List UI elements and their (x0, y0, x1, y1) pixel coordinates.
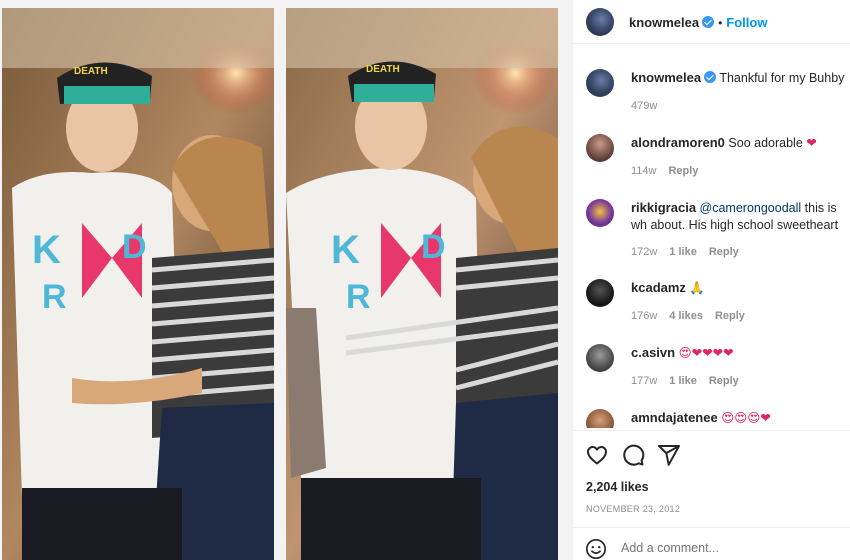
svg-text:D: D (122, 228, 147, 266)
svg-text:R: R (42, 278, 67, 316)
comment-time[interactable]: 176w (631, 310, 657, 322)
comment-text-line: kcadamz 🙏 (631, 279, 850, 297)
caption-meta: 479w (631, 100, 669, 112)
photo-divider (274, 0, 286, 560)
author-username[interactable]: knowmelea (629, 15, 699, 30)
comment-text-line: c.asivn 😍❤❤❤❤ (631, 344, 850, 362)
reply-button[interactable]: Reply (715, 310, 745, 322)
svg-text:D: D (421, 228, 446, 266)
comment-likes[interactable]: 1 like (669, 375, 697, 387)
emoji-reaction: 😍❤❤❤❤ (678, 346, 734, 360)
caption-avatar[interactable] (586, 69, 614, 97)
post-actions: 2,204 likes NOVEMBER 23, 2012 (573, 430, 850, 560)
heart-icon[interactable] (585, 443, 609, 467)
comment-time[interactable]: 177w (631, 375, 657, 387)
comment-username[interactable]: c.asivn (631, 345, 675, 360)
emoji-reaction: 😍😍😍❤ (721, 411, 771, 425)
header-separator: • (718, 16, 723, 30)
svg-text:DEATH: DEATH (366, 64, 400, 75)
likes-count[interactable]: 2,204 likes (586, 480, 649, 494)
comment-icon[interactable] (621, 443, 645, 467)
comment-meta: 114w Reply (631, 165, 710, 177)
commenter-avatar[interactable] (586, 199, 614, 227)
comment-meta: 176w 4 likes Reply (631, 310, 757, 322)
svg-text:R: R (346, 278, 371, 316)
caption-time[interactable]: 479w (631, 100, 657, 112)
commenter-avatar[interactable] (586, 279, 614, 307)
commenter-avatar[interactable] (586, 344, 614, 372)
smiley-icon[interactable] (585, 538, 607, 560)
reply-button[interactable]: Reply (668, 165, 698, 177)
post-photo-right: K D R DEATH (286, 8, 558, 560)
comment-time[interactable]: 172w (631, 246, 657, 258)
post-header: knowmelea • Follow (573, 0, 850, 44)
comment-meta: 177w 1 like Reply (631, 375, 751, 387)
verified-badge-icon (704, 71, 717, 83)
share-icon[interactable] (657, 443, 681, 467)
comment-text: Soo adorable (728, 136, 803, 150)
reply-button[interactable]: Reply (709, 246, 739, 258)
svg-text:DEATH: DEATH (74, 66, 108, 77)
author-avatar[interactable] (586, 8, 614, 36)
post-photo-area[interactable]: K D R DEATH K D R DEATH (0, 0, 572, 560)
pray-emoji: 🙏 (689, 281, 705, 295)
post-date[interactable]: NOVEMBER 23, 2012 (586, 504, 680, 514)
comment-text-line: amndajatenee 😍😍😍❤ (631, 409, 850, 427)
comments-list[interactable]: knowmelea Thankful for my Buhby 479w alo… (573, 45, 850, 428)
add-comment-bar (573, 527, 850, 560)
comment-username[interactable]: rikkigracia (631, 200, 696, 215)
commenter-avatar[interactable] (586, 134, 614, 162)
comment-username[interactable]: amndajatenee (631, 410, 718, 425)
comment-username[interactable]: alondramoren0 (631, 135, 725, 150)
caption-text-line: knowmelea Thankful for my Buhby (631, 69, 850, 87)
verified-badge-icon (702, 16, 715, 28)
comment-text-line: alondramoren0 Soo adorable ❤ (631, 134, 850, 152)
comment-meta: 172w 1 like Reply (631, 246, 751, 258)
caption-username[interactable]: knowmelea (631, 70, 701, 85)
follow-button[interactable]: Follow (726, 15, 767, 30)
commenter-avatar[interactable] (586, 409, 614, 428)
svg-text:K: K (331, 228, 360, 272)
svg-text:K: K (32, 228, 61, 272)
comment-text-line: rikkigracia @camerongoodall this is wh a… (631, 199, 850, 234)
caption-text: Thankful for my Buhby (719, 71, 845, 85)
post-side-panel: knowmelea • Follow knowmelea Thankful for … (572, 0, 850, 560)
comment-likes[interactable]: 1 like (669, 246, 697, 258)
post-photo-left: K D R DEATH (2, 8, 274, 560)
comment-username[interactable]: kcadamz (631, 280, 686, 295)
comment-mention-link[interactable]: @camerongoodall (700, 201, 802, 215)
comment-time[interactable]: 114w (631, 165, 656, 177)
reply-button[interactable]: Reply (709, 375, 739, 387)
comment-input[interactable] (621, 541, 831, 555)
heart-emoji: ❤ (806, 136, 817, 150)
header-line: knowmelea • Follow (629, 14, 767, 32)
comment-likes[interactable]: 4 likes (669, 310, 703, 322)
